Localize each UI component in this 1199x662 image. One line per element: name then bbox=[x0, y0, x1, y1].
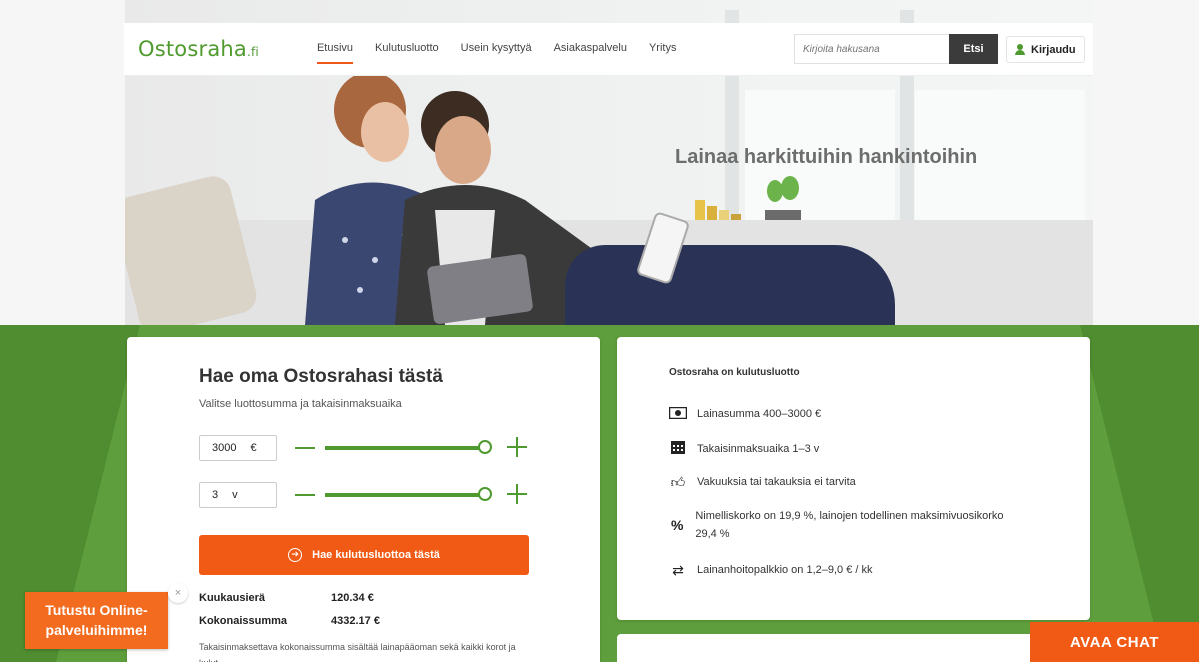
percent-icon: % bbox=[670, 517, 684, 533]
search-button[interactable]: Etsi bbox=[949, 34, 998, 64]
amount-slider-handle[interactable] bbox=[478, 440, 492, 454]
open-chat-button[interactable]: AVAA CHAT bbox=[1030, 622, 1199, 662]
total-row: Kokonaissumma 4332.17 € bbox=[199, 615, 380, 627]
apply-button-label: Hae kulutusluottoa tästä bbox=[312, 549, 440, 561]
logo-suffix: .fi bbox=[246, 45, 259, 59]
amount-increase-button[interactable] bbox=[507, 437, 527, 457]
monthly-value: 120.34 € bbox=[331, 592, 374, 604]
term-input[interactable]: 3 v bbox=[199, 482, 277, 508]
amount-decrease-button[interactable] bbox=[295, 447, 315, 449]
nav-item-asiakaspalvelu[interactable]: Asiakaspalvelu bbox=[554, 42, 627, 64]
nav-item-kulutusluotto[interactable]: Kulutusluotto bbox=[375, 42, 439, 64]
info-item: 👍︎ Vakuuksia tai takauksia ei tarvita bbox=[669, 473, 856, 491]
info-item: Lainasumma 400–3000 € bbox=[668, 405, 822, 423]
calculator-title: Hae oma Ostosrahasi tästä bbox=[199, 366, 443, 387]
monthly-label: Kuukausierä bbox=[199, 592, 266, 604]
info-text: Lainanhoitopalkkio on 1,2–9,0 € / kk bbox=[697, 564, 873, 576]
loan-calculator-card: Hae oma Ostosrahasi tästä Valitse luotto… bbox=[127, 337, 600, 662]
legs bbox=[565, 245, 895, 325]
info-text: Lainasumma 400–3000 € bbox=[697, 408, 822, 420]
info-text: Vakuuksia tai takauksia ei tarvita bbox=[697, 476, 856, 488]
hero-title: Lainaa harkittuihin hankintoihin bbox=[675, 146, 978, 168]
amount-slider-track[interactable] bbox=[325, 446, 485, 450]
logo-text: Ostosraha bbox=[138, 37, 247, 61]
term-decrease-button[interactable] bbox=[295, 494, 315, 496]
term-unit: v bbox=[232, 489, 238, 501]
info-text: Takaisinmaksuaika 1–3 v bbox=[697, 442, 820, 455]
info-item: ⇄ Lainanhoitopalkkio on 1,2–9,0 € / kk bbox=[669, 561, 873, 579]
calculator-subtitle: Valitse luottosumma ja takaisinmaksuaika bbox=[199, 398, 402, 410]
search-input[interactable] bbox=[794, 34, 949, 64]
amount-row: 3000 € bbox=[199, 435, 529, 461]
cushion bbox=[125, 172, 261, 325]
login-label: Kirjaudu bbox=[1031, 43, 1076, 56]
monthly-payment-row: Kuukausierä 120.34 € bbox=[199, 592, 374, 604]
info-title: Ostosraha on kulutusluotto bbox=[669, 367, 800, 378]
user-icon bbox=[1015, 44, 1025, 55]
amount-input[interactable]: 3000 € bbox=[199, 435, 277, 461]
total-label: Kokonaissumma bbox=[199, 615, 288, 627]
info-item: % Nimelliskorko on 19,9 %, lainojen tode… bbox=[669, 507, 1009, 543]
nav-item-yritys[interactable]: Yritys bbox=[649, 42, 677, 64]
thumbs-up-icon: 👍︎ bbox=[670, 473, 686, 490]
term-increase-button[interactable] bbox=[507, 484, 527, 504]
nav-item-etusivu[interactable]: Etusivu bbox=[316, 42, 354, 64]
info-text: Nimelliskorko on 19,9 %, lainojen todell… bbox=[695, 510, 1004, 540]
secondary-card bbox=[617, 634, 1090, 662]
plant-leaf bbox=[781, 176, 799, 200]
term-slider-track[interactable] bbox=[325, 493, 485, 497]
term-slider-handle[interactable] bbox=[478, 487, 492, 501]
amount-unit: € bbox=[250, 442, 257, 454]
nav-item-faq[interactable]: Usein kysyttyä bbox=[461, 42, 532, 64]
amount-value: 3000 bbox=[212, 442, 237, 454]
apply-loan-button[interactable]: ➔ Hae kulutusluottoa tästä bbox=[199, 535, 529, 575]
info-item: Takaisinmaksuaika 1–3 v bbox=[669, 439, 819, 458]
site-logo[interactable]: Ostosraha.fi bbox=[138, 37, 259, 61]
calendar-icon bbox=[669, 439, 687, 458]
money-icon bbox=[668, 406, 688, 422]
arrow-right-circle-icon: ➔ bbox=[288, 548, 303, 562]
term-value: 3 bbox=[212, 489, 219, 501]
search-bar: Etsi bbox=[794, 34, 998, 64]
login-button[interactable]: Kirjaudu bbox=[1006, 36, 1085, 63]
site-header: Ostosraha.fi Etusivu Kulutusluotto Usein… bbox=[124, 23, 1093, 76]
total-value: 4332.17 € bbox=[331, 615, 380, 627]
main-nav: Etusivu Kulutusluotto Usein kysyttyä Asi… bbox=[316, 34, 698, 64]
cost-note: Takaisinmaksettava kokonaissumma sisältä… bbox=[199, 642, 516, 662]
loan-info-card: Ostosraha on kulutusluotto Lainasumma 40… bbox=[617, 337, 1090, 620]
transfer-icon: ⇄ bbox=[672, 561, 684, 578]
background-shape bbox=[1080, 325, 1199, 662]
term-row: 3 v bbox=[199, 482, 529, 508]
online-services-promo[interactable]: Tutustu Online-palveluihimme! bbox=[25, 592, 168, 649]
promo-close-button[interactable]: × bbox=[168, 583, 188, 603]
